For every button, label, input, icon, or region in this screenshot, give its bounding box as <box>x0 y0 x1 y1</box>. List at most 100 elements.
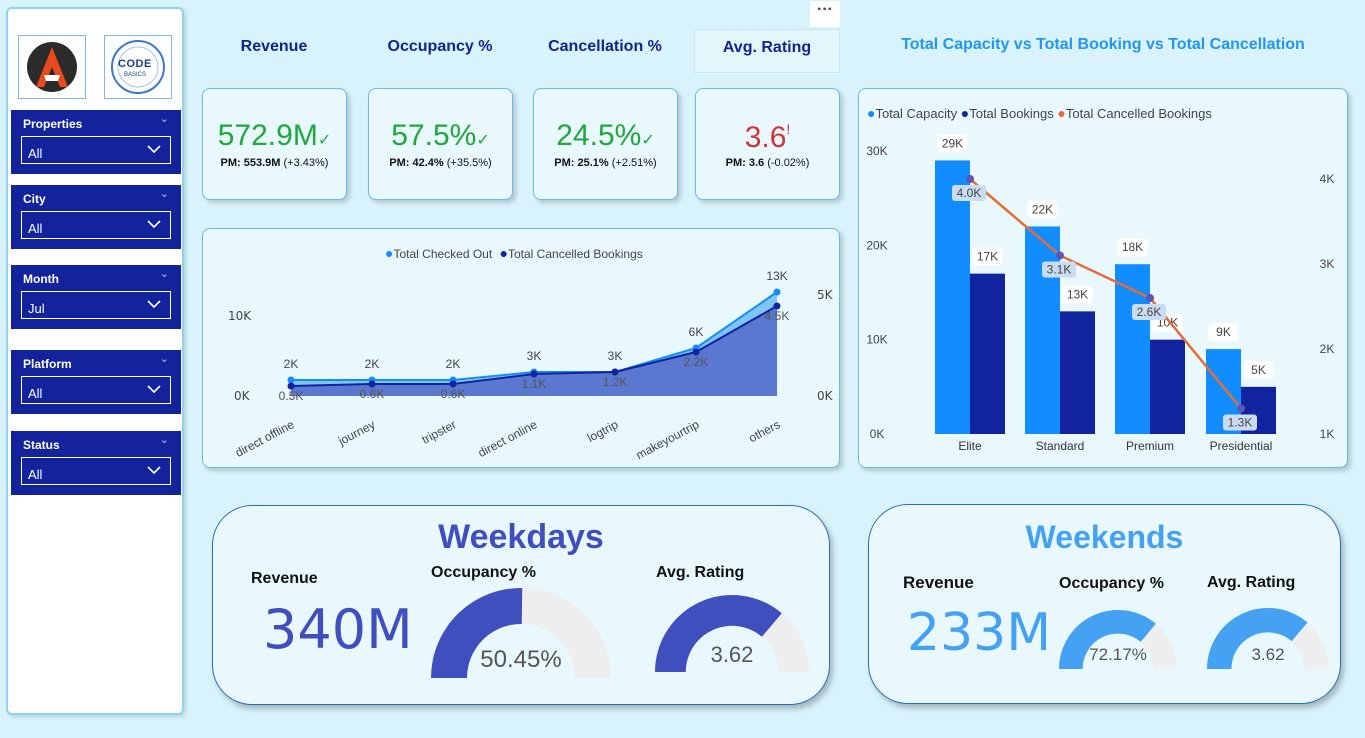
slicer-title: City <box>23 192 46 206</box>
bookings-data-label: 13K <box>1067 287 1088 301</box>
collapse-icon[interactable]: ⌄ <box>160 187 169 200</box>
y2-tick-label: 4K <box>1320 172 1335 186</box>
area-plot: 2K 0.5K direct offline 2K 0.6K journey 2K 0.6K t… <box>233 269 789 462</box>
checked-out-data-label: 3K <box>608 349 623 363</box>
codebasics-logo-text: CODE <box>118 58 152 70</box>
kpi-prev-month: PM: 553.9M (+3.43%) <box>220 157 329 169</box>
collapse-icon[interactable]: ⌄ <box>160 352 169 365</box>
capacity-data-label: 18K <box>1122 240 1143 254</box>
status-slicer: Status ⌄ All <box>11 431 181 495</box>
kpi-title-avg-rating: Avg. Rating <box>694 29 840 73</box>
check-icon: ✓ <box>317 132 332 149</box>
kpi-value: 3.6! <box>744 121 791 154</box>
x-tick-label: others <box>746 417 782 445</box>
cancelled-data-label: 3.1K <box>1047 263 1072 277</box>
dropdown-value: All <box>28 467 43 482</box>
x-tick-label: makeyourtrip <box>634 417 702 462</box>
cancelled-data-label: 0.5K <box>279 389 304 403</box>
room-chart-title: Total Capacity vs Total Booking vs Total… <box>901 36 1305 53</box>
weekdays-revenue-value: 340M <box>263 598 413 661</box>
kpi-title-occupancy: Occupancy % <box>387 38 493 55</box>
kpi-prev-month: PM: 25.1% (+2.51%) <box>554 157 657 169</box>
chevron-down-icon <box>147 300 161 309</box>
capacity-data-label: 29K <box>942 136 963 150</box>
weekdays-rating-label: Avg. Rating <box>656 564 745 581</box>
cancelled-line <box>969 178 1242 410</box>
cancelled-data-label: 0.6K <box>360 387 385 401</box>
weekends-occupancy-label: Occupancy % <box>1059 575 1164 592</box>
check-icon: ✓ <box>641 132 655 149</box>
platform-dropdown[interactable]: All <box>21 376 171 404</box>
weekdays-occupancy-label: Occupancy % <box>431 564 536 581</box>
bookings-data-label: 5K <box>1251 363 1266 377</box>
codebasics-logo-subtext: BASICS <box>124 72 147 78</box>
weekends-title: Weekends <box>1025 519 1184 555</box>
kpi-value: 57.5%✓ <box>391 119 490 152</box>
dropdown-value: Jul <box>28 301 45 316</box>
collapse-icon[interactable]: ⌄ <box>160 267 169 280</box>
codebasics-logo: CODE BASICS <box>104 35 172 99</box>
kpi-title-revenue: Revenue <box>240 38 308 55</box>
month-dropdown[interactable]: Jul <box>21 291 171 319</box>
x-tick-label: logtrip <box>585 417 621 445</box>
x-tick-label: direct online <box>476 417 540 460</box>
bookings-bar <box>1060 311 1095 434</box>
collapse-icon[interactable]: ⌄ <box>160 112 169 125</box>
dropdown-value: All <box>28 146 43 161</box>
x-tick-label: journey <box>335 417 377 448</box>
bar-plot: 0K 10K 20K 30K 1K 2K 3K 4K 29K 17K Elite 22K 13K Stan… <box>866 134 1335 453</box>
weekdays-revenue-label: Revenue <box>251 570 318 587</box>
cancelled-data-label: 2.6K <box>1137 305 1162 319</box>
slicer-title: Status <box>23 438 60 452</box>
cancelled-data-label: 1.3K <box>1228 416 1253 430</box>
cancelled-point <box>966 175 974 183</box>
dropdown-value: All <box>28 221 43 236</box>
y-tick-label: 0K <box>870 427 885 441</box>
platform-area-chart: ●Total Checked Out ●Total Cancelled Book… <box>202 228 840 468</box>
weekends-rating-value: 3.62 <box>1251 645 1285 664</box>
bookings-bar <box>970 273 1005 434</box>
kpi-title-cancellation: Cancellation % <box>548 38 662 55</box>
filter-sidebar: CODE BASICS Properties ⌄ All City ⌄ All … <box>6 7 184 715</box>
cancelled-point <box>1237 404 1245 413</box>
weekdays-title: Weekdays <box>438 518 604 556</box>
capacity-data-label: 22K <box>1032 202 1053 216</box>
room-class-chart: ●Total Capacity ●Total Bookings ●Total C… <box>858 88 1348 468</box>
kpi-card-occupancy: 57.5%✓ PM: 42.4% (+35.5%) <box>368 88 513 200</box>
y-tick-label: 30K <box>866 144 887 158</box>
more-options-button[interactable]: ··· <box>810 1 840 27</box>
capacity-data-label: 9K <box>1216 325 1231 339</box>
cancelled-data-label: 1.2K <box>603 375 628 389</box>
cancelled-data-label: 1.1K <box>522 377 547 391</box>
y2-tick-label: 1K <box>1320 427 1335 441</box>
chevron-down-icon <box>147 220 161 229</box>
status-dropdown[interactable]: All <box>21 457 171 485</box>
checked-out-point <box>773 288 781 296</box>
warning-icon: ! <box>786 121 791 137</box>
kpi-card-revenue: 572.9M✓ PM: 553.9M (+3.43%) <box>202 88 347 200</box>
kpi-prev-month: PM: 3.6 (-0.02%) <box>725 157 810 169</box>
x-tick-label: Elite <box>958 439 982 453</box>
chevron-down-icon <box>147 466 161 475</box>
checked-out-point <box>287 376 295 384</box>
y-tick-label: 10K <box>866 333 887 347</box>
x-tick-label: tripster <box>419 417 458 447</box>
bookings-bar <box>1150 339 1185 434</box>
weekdays-occupancy-value: 50.45% <box>480 646 562 673</box>
kpi-card-avg-rating: 3.6! PM: 3.6 (-0.02%) <box>695 88 840 200</box>
kpi-card-cancellation: 24.5%✓ PM: 25.1% (+2.51%) <box>533 88 678 200</box>
weekends-rating-label: Avg. Rating <box>1207 574 1296 591</box>
city-dropdown[interactable]: All <box>21 211 171 239</box>
slicer-title: Month <box>23 272 59 286</box>
checked-out-data-label: 6K <box>689 325 704 339</box>
properties-slicer: Properties ⌄ All <box>11 110 181 174</box>
y2-tick-label: 2K <box>1320 342 1335 356</box>
checked-out-data-label: 2K <box>284 357 299 371</box>
cancelled-data-label: 2.2K <box>684 355 709 369</box>
weekends-revenue-value: 233M <box>907 603 1052 663</box>
slicer-title: Platform <box>23 357 72 371</box>
collapse-icon[interactable]: ⌄ <box>160 433 169 446</box>
properties-dropdown[interactable]: All <box>21 136 171 164</box>
chevron-down-icon <box>147 145 161 154</box>
cancelled-point <box>1146 294 1154 302</box>
